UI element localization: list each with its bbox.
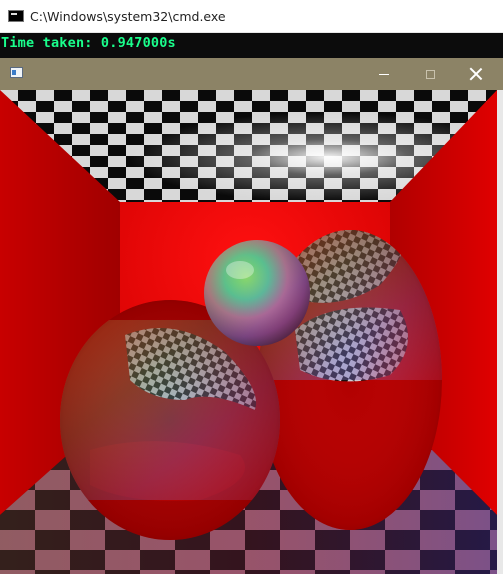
window-app-icon <box>10 67 23 78</box>
minimize-icon <box>379 73 389 75</box>
console-output-line: Time taken: 0.947000s <box>1 35 176 51</box>
close-icon <box>469 67 483 81</box>
cmd-titlebar[interactable]: C:\Windows\system32\cmd.exe <box>0 0 503 33</box>
console-output[interactable]: Time taken: 0.947000s <box>0 33 503 58</box>
window-edge <box>497 90 503 574</box>
maximize-icon <box>425 69 435 79</box>
maximize-button[interactable] <box>407 58 453 90</box>
minimize-button[interactable] <box>361 58 407 90</box>
raytrace-render-canvas[interactable] <box>0 90 497 574</box>
console-icon <box>8 10 24 22</box>
raytrace-scene <box>0 90 497 574</box>
close-button[interactable] <box>453 58 499 90</box>
cmd-window-title: C:\Windows\system32\cmd.exe <box>30 8 226 24</box>
render-window-titlebar[interactable] <box>0 58 503 90</box>
